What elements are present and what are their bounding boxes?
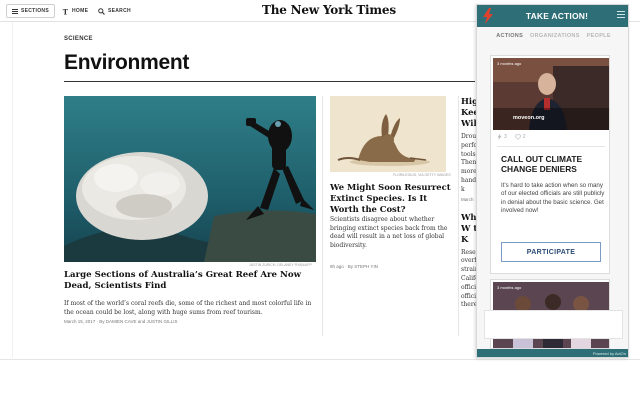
actions-stat: 3 — [497, 134, 507, 140]
reef-diver-photo[interactable] — [64, 96, 316, 262]
panel-title: TAKE ACTION! — [525, 11, 589, 21]
column-divider — [322, 96, 323, 336]
video-timestamp-2: 3 months ago — [497, 285, 522, 290]
participate-button[interactable]: PARTICIPATE — [501, 242, 601, 262]
sections-button[interactable]: SECTIONS — [6, 4, 55, 18]
search-label: SEARCH — [108, 8, 131, 14]
panel-header: TAKE ACTION! — [477, 5, 628, 28]
acton-panel: TAKE ACTION! ACTIONS ORGANIZATIONS PEOPL… — [476, 4, 629, 358]
menu-icon[interactable] — [617, 11, 625, 20]
column-divider — [458, 96, 459, 336]
main-summary: If most of the world’s coral reefs die, … — [64, 300, 312, 316]
acton-logo-icon[interactable] — [482, 8, 494, 28]
powered-by-label[interactable]: Powered by ActOn — [593, 351, 626, 356]
second-headline[interactable]: We Might Soon Resurrect Extinct Species.… — [330, 182, 458, 215]
card-stats: 3 2 — [497, 134, 526, 140]
action-video-thumbnail[interactable]: 3 months ago moveon.org — [493, 58, 609, 130]
search-icon — [98, 7, 105, 15]
title-rule — [64, 81, 475, 82]
nyt-t-icon: T — [63, 8, 69, 15]
tab-organizations[interactable]: ORGANIZATIONS — [530, 33, 580, 47]
tab-actions[interactable]: ACTIONS — [496, 33, 523, 47]
panel-tabs: ACTIONS ORGANIZATIONS PEOPLE — [477, 33, 628, 47]
action-description: It's hard to take action when so many of… — [501, 182, 605, 215]
home-button[interactable]: T HOME — [62, 4, 88, 18]
hamburger-icon — [12, 8, 18, 14]
second-summary: Scientists disagree about whether bringi… — [330, 216, 448, 249]
heart-icon — [514, 134, 521, 140]
home-label: HOME — [72, 8, 89, 14]
extinct-animal-illustration[interactable] — [330, 96, 446, 172]
search-button[interactable]: SEARCH — [98, 4, 131, 18]
sections-label: SECTIONS — [21, 8, 49, 14]
nyt-masthead-logo[interactable]: The New York Times — [262, 3, 396, 17]
second-photo-caption: FLORILEGIUS, VIA GETTY IMAGES — [393, 173, 451, 177]
action-title: CALL OUT CLIMATE CHANGE DENIERS — [501, 154, 583, 174]
video-timestamp: 3 months ago — [497, 61, 522, 66]
page-title: Environment — [64, 51, 190, 74]
lightning-icon — [497, 134, 502, 140]
likes-stat[interactable]: 2 — [514, 134, 526, 140]
section-content: SCIENCE Environment JUSTIN ZURICH, DELAN… — [12, 22, 489, 358]
card-divider — [497, 146, 605, 147]
empty-overlay-box — [484, 310, 623, 339]
section-kicker[interactable]: SCIENCE — [64, 36, 93, 42]
action-card: 3 months ago moveon.org 3 2 CALL OUT CLI… — [490, 55, 610, 274]
panel-footer: Powered by ActOn — [477, 349, 628, 357]
main-photo-caption: JUSTIN ZURICH, DELANEY RYAN/AFP — [249, 263, 312, 267]
main-byline: March 15, 2017 · By DAMIEN CAVE and JUST… — [64, 319, 178, 324]
svg-text:T: T — [63, 8, 69, 15]
second-byline: 9h ago · By STEPH YIN — [330, 264, 378, 269]
video-brand-label: moveon.org — [513, 115, 545, 121]
tab-people[interactable]: PEOPLE — [587, 33, 611, 47]
main-headline[interactable]: Large Sections of Australia’s Great Reef… — [64, 270, 322, 292]
